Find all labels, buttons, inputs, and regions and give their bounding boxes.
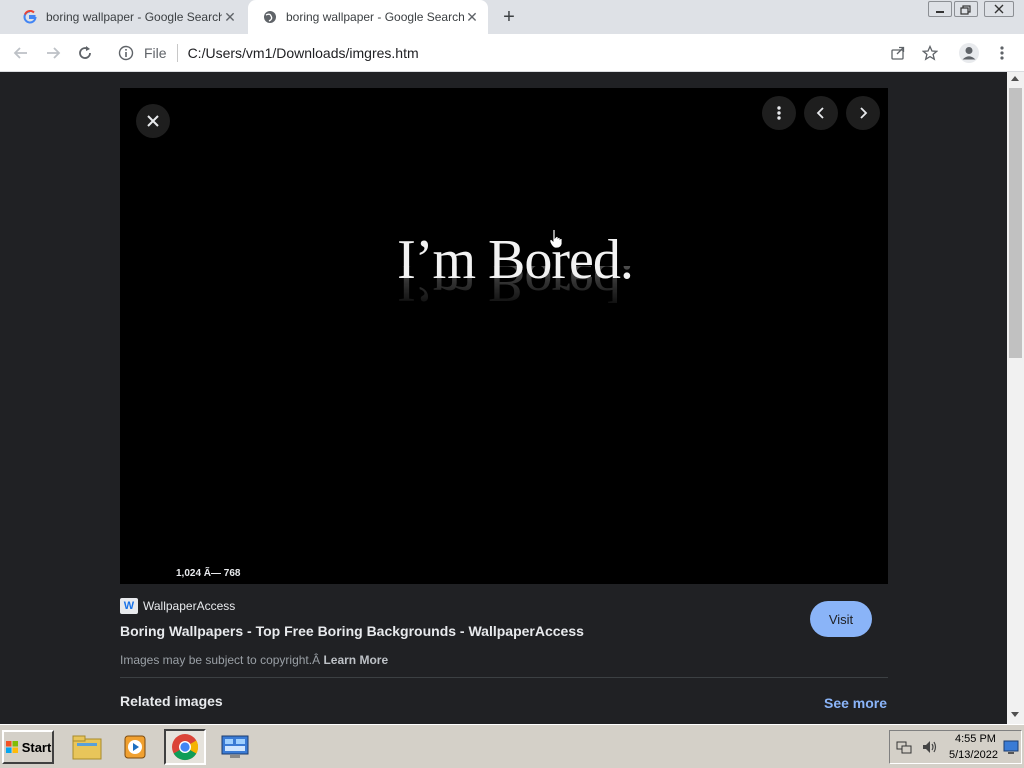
menu-kebab-icon[interactable] [991, 42, 1013, 64]
minimize-button[interactable] [928, 1, 952, 17]
see-more-link[interactable]: See more [824, 695, 887, 711]
scroll-up-arrow-icon[interactable] [1011, 76, 1019, 81]
window-close-button[interactable] [984, 1, 1014, 17]
globe-icon [262, 9, 278, 25]
close-icon [147, 115, 159, 127]
image-viewer[interactable]: I’m Bored. I’m Bored. 1,024 Ã— 768 [120, 88, 888, 584]
section-divider [120, 677, 888, 678]
new-tab-plus-icon[interactable]: + [498, 6, 520, 28]
bookmark-star-icon[interactable] [919, 42, 941, 64]
tab-1[interactable]: boring wallpaper - Google Search ✕ [8, 0, 246, 34]
result-title-link[interactable]: Boring Wallpapers - Top Free Boring Back… [120, 623, 584, 639]
chevron-left-icon [816, 107, 824, 119]
chevron-right-icon [860, 107, 868, 119]
preview-image-reflection: I’m Bored. [397, 266, 633, 313]
profile-avatar-icon[interactable] [958, 42, 980, 64]
clock-date[interactable]: 5/13/2022 [949, 749, 998, 761]
tab-1-title: boring wallpaper - Google Search [46, 10, 222, 24]
start-button[interactable]: Start [2, 730, 54, 764]
chrome-taskbar-icon[interactable] [164, 729, 206, 765]
next-image-button[interactable] [846, 96, 880, 130]
url-separator [176, 44, 178, 62]
control-panel-taskbar-icon[interactable] [214, 729, 256, 765]
more-options-button[interactable] [762, 96, 796, 130]
url-scheme-label: File [144, 45, 167, 61]
clock-time[interactable]: 4:55 PM [955, 733, 996, 745]
media-player-taskbar-icon[interactable] [114, 729, 156, 765]
info-icon[interactable] [118, 45, 134, 61]
browser-toolbar: File C:/Users/vm1/Downloads/imgres.htm [0, 34, 1024, 72]
restore-button[interactable] [954, 1, 978, 17]
scroll-thumb[interactable] [1009, 88, 1022, 358]
google-g-icon [22, 9, 38, 25]
share-icon[interactable] [887, 42, 909, 64]
copyright-text: Images may be subject to copyright.Â [120, 653, 324, 667]
volume-icon[interactable] [921, 739, 939, 755]
tab-2-title: boring wallpaper - Google Search [286, 10, 464, 24]
learn-more-link[interactable]: Learn More [323, 653, 388, 667]
vertical-scrollbar[interactable] [1007, 72, 1024, 724]
address-bar[interactable]: File C:/Users/vm1/Downloads/imgres.htm [110, 38, 950, 68]
network-icon[interactable] [896, 739, 912, 755]
url-text[interactable]: C:/Users/vm1/Downloads/imgres.htm [188, 45, 419, 61]
windows-flag-icon [5, 741, 18, 753]
copyright-notice: Images may be subject to copyright.Â Lea… [120, 653, 388, 667]
windows-taskbar: Start [0, 724, 1024, 768]
more-vert-icon [777, 106, 781, 120]
previous-image-button[interactable] [804, 96, 838, 130]
scroll-down-arrow-icon[interactable] [1011, 712, 1019, 717]
back-arrow-icon[interactable] [10, 42, 32, 64]
visit-button[interactable]: Visit [810, 601, 872, 637]
tab-2-close-icon[interactable]: ✕ [464, 9, 480, 25]
show-desktop-icon[interactable] [1003, 739, 1019, 755]
source-row[interactable]: W WallpaperAccess [120, 598, 235, 614]
close-viewer-button[interactable] [136, 104, 170, 138]
hand-cursor-icon [549, 229, 563, 249]
tab-2[interactable]: boring wallpaper - Google Search ✕ [248, 0, 488, 34]
file-explorer-taskbar-icon[interactable] [66, 729, 108, 765]
tab-strip: boring wallpaper - Google Search ✕ borin… [0, 0, 1024, 34]
related-images-heading: Related images [120, 693, 223, 709]
forward-arrow-icon[interactable] [42, 42, 64, 64]
wallpaperaccess-logo-icon: W [120, 598, 138, 614]
start-label: Start [21, 739, 52, 755]
tab-1-close-icon[interactable]: ✕ [222, 9, 238, 25]
reload-icon[interactable] [74, 42, 96, 64]
source-name[interactable]: WallpaperAccess [143, 599, 235, 613]
image-dimensions: 1,024 Ã— 768 [176, 568, 241, 579]
